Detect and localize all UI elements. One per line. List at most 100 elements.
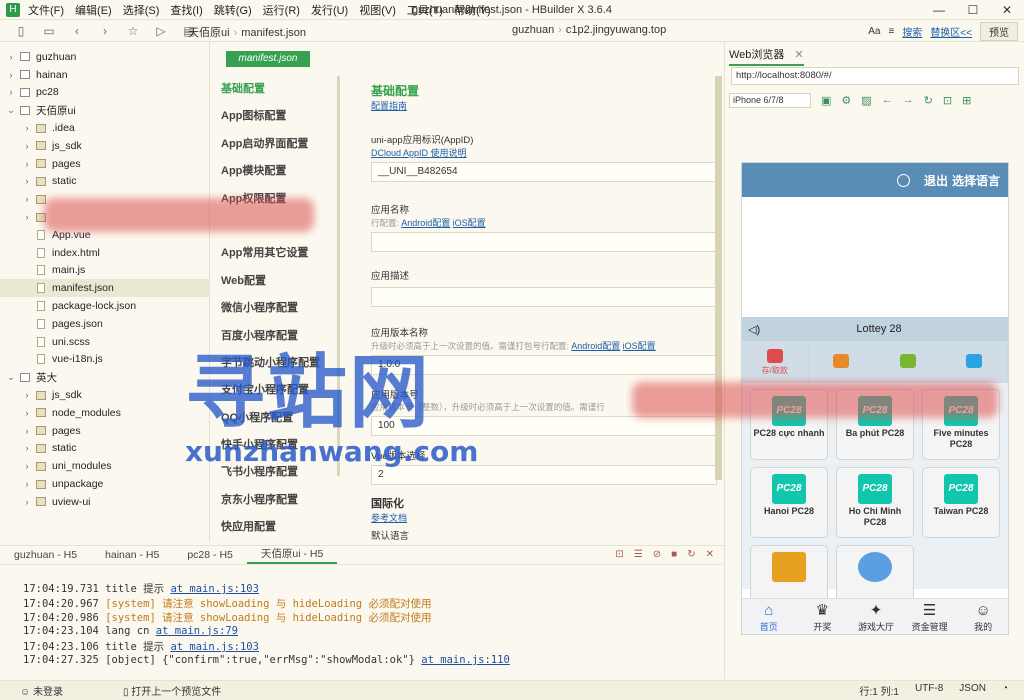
- quick-action[interactable]: [808, 341, 875, 383]
- game-card[interactable]: PC28 PC28 cực nhanh: [750, 389, 828, 460]
- breadcrumb-item[interactable]: manifest.json: [241, 27, 306, 39]
- close-icon[interactable]: ✕: [990, 0, 1024, 20]
- back-icon[interactable]: ←: [882, 94, 893, 106]
- screenshot-icon[interactable]: ▣: [821, 94, 831, 107]
- tree-item[interactable]: manifest.json: [0, 279, 209, 298]
- forward-icon[interactable]: ›: [98, 24, 112, 38]
- breadcrumb-item[interactable]: guzhuan: [512, 24, 554, 36]
- url-input[interactable]: http://localhost:8080/#/: [731, 67, 1019, 85]
- tree-item[interactable]: › guzhuan: [0, 48, 209, 66]
- tree-item[interactable]: › static: [0, 173, 209, 191]
- tree-item[interactable]: › js_sdk: [0, 386, 209, 404]
- language-mode[interactable]: JSON: [959, 683, 986, 698]
- tree-item[interactable]: ⌄ 英大: [0, 368, 209, 386]
- tree-item[interactable]: uni.scss: [0, 333, 209, 351]
- config-nav-item[interactable]: App图标配置: [221, 103, 336, 130]
- source-link[interactable]: at main.js:103: [170, 641, 259, 653]
- tree-item[interactable]: App.vue: [0, 226, 209, 244]
- menu-item[interactable]: 运行(R): [263, 2, 300, 18]
- device-select[interactable]: iPhone 6/7/8: [729, 92, 811, 108]
- close-icon[interactable]: ✕: [794, 49, 803, 61]
- menu-item[interactable]: 查找(I): [170, 2, 202, 18]
- console-tab[interactable]: hainan - H5: [91, 549, 173, 561]
- config-nav-item[interactable]: 基础配置: [221, 76, 336, 103]
- appid-doc-link[interactable]: DCloud AppID 使用说明: [371, 146, 717, 159]
- tab-coins[interactable]: ☰ 资金管理: [903, 599, 957, 634]
- refresh-icon[interactable]: ↻: [924, 94, 933, 107]
- menu-item[interactable]: 视图(V): [359, 2, 396, 18]
- config-nav-item[interactable]: 支付宝小程序配置: [221, 377, 336, 404]
- tree-item[interactable]: main.js: [0, 262, 209, 280]
- replace-link[interactable]: 替换区<<: [930, 24, 972, 39]
- menu-item[interactable]: 工具(T): [407, 2, 443, 18]
- lock-icon[interactable]: ⊡: [615, 549, 623, 560]
- tab-user[interactable]: ☺ 我的: [956, 599, 1008, 634]
- tree-item[interactable]: › node_modules: [0, 404, 209, 422]
- star-icon[interactable]: ☆: [126, 24, 140, 38]
- config-nav-item[interactable]: 百度小程序配置: [221, 323, 336, 350]
- tree-item[interactable]: index.html: [0, 244, 209, 262]
- editor-tab-chip[interactable]: manifest.json: [226, 51, 310, 67]
- tree-item[interactable]: › uni_modules: [0, 457, 209, 475]
- tree-item[interactable]: › pages: [0, 422, 209, 440]
- preview-button[interactable]: 预览: [980, 22, 1018, 41]
- config-nav-item[interactable]: QQ小程序配置: [221, 405, 336, 432]
- language-button[interactable]: 选择语言: [952, 172, 1000, 189]
- config-nav-item[interactable]: App启动界面配置: [221, 131, 336, 158]
- console-tab[interactable]: 天佰原ui - H5: [246, 546, 338, 564]
- menu-item[interactable]: 发行(U): [311, 2, 348, 18]
- lock-icon[interactable]: ⊡: [943, 94, 952, 107]
- ios-config-link[interactable]: iOS配置: [453, 218, 486, 228]
- game-card[interactable]: PC28 Five minutes PC28: [922, 389, 1000, 460]
- android-config-link[interactable]: Android配置: [571, 341, 620, 351]
- config-nav-item[interactable]: App模块配置: [221, 158, 336, 185]
- tree-item[interactable]: › unpackage: [0, 475, 209, 493]
- tree-item[interactable]: ›: [0, 208, 209, 226]
- config-nav-item[interactable]: 飞书小程序配置: [221, 459, 336, 486]
- vue-version-select[interactable]: 2: [371, 465, 717, 485]
- config-nav-item[interactable]: 微信小程序配置: [221, 295, 336, 322]
- config-nav-item[interactable]: 快应用配置: [221, 514, 336, 541]
- tab-home[interactable]: ⌂ 首页: [742, 599, 796, 634]
- game-card[interactable]: PC28 Taiwan PC28: [922, 467, 1000, 538]
- source-link[interactable]: at main.js:110: [421, 654, 510, 666]
- quick-action[interactable]: 存/取款: [742, 341, 809, 383]
- tree-item[interactable]: › pc28: [0, 84, 209, 102]
- game-card[interactable]: PC28 Hanoi PC28: [750, 467, 828, 538]
- notification-icon[interactable]: ◔: [1002, 683, 1008, 698]
- tree-item[interactable]: › uview-ui: [0, 493, 209, 511]
- config-nav-item[interactable]: [221, 213, 336, 240]
- tree-item[interactable]: › .idea: [0, 119, 209, 137]
- tree-item[interactable]: › pages: [0, 155, 209, 173]
- tree-item[interactable]: package-lock.json: [0, 297, 209, 315]
- version-name-field[interactable]: 1.0.0: [371, 355, 717, 375]
- config-nav-item[interactable]: 快手小程序配置: [221, 432, 336, 459]
- tab-gamepad[interactable]: ✦ 游戏大厅: [849, 599, 903, 634]
- breadcrumb-item[interactable]: 天佰原ui: [188, 27, 230, 39]
- config-nav-item[interactable]: 字节跳动小程序配置: [221, 350, 336, 377]
- run-icon[interactable]: ▷: [154, 24, 168, 38]
- filter-icon[interactable]: ☰: [634, 549, 643, 560]
- menu-item[interactable]: 选择(S): [123, 2, 160, 18]
- game-card[interactable]: PC28 Ba phút PC28: [836, 389, 914, 460]
- source-link[interactable]: at main.js:103: [170, 583, 259, 595]
- cursor-position[interactable]: 行:1 列:1: [859, 683, 898, 698]
- app-desc-field[interactable]: [371, 287, 717, 307]
- search-link[interactable]: 搜索: [902, 24, 922, 39]
- clear-icon[interactable]: ⊘: [653, 549, 661, 560]
- forward-icon[interactable]: →: [903, 94, 914, 106]
- android-config-link[interactable]: Android配置: [401, 218, 450, 228]
- maximize-icon[interactable]: ☐: [956, 0, 990, 20]
- tree-item[interactable]: vue-i18n.js: [0, 351, 209, 369]
- tree-item[interactable]: › static: [0, 440, 209, 458]
- i18n-doc-link[interactable]: 参考文档: [371, 511, 717, 524]
- version-code-field[interactable]: 100: [371, 416, 717, 436]
- restart-icon[interactable]: ↻: [687, 549, 695, 560]
- menu-item[interactable]: 编辑(E): [75, 2, 112, 18]
- tab-trophy[interactable]: ♛ 开奖: [796, 599, 850, 634]
- login-status[interactable]: ☺ 未登录: [20, 683, 63, 698]
- browser-tab[interactable]: Web浏览器 ✕: [729, 46, 804, 66]
- config-nav-item[interactable]: Web配置: [221, 268, 336, 295]
- quick-action[interactable]: [941, 341, 1008, 383]
- quick-action[interactable]: [875, 341, 942, 383]
